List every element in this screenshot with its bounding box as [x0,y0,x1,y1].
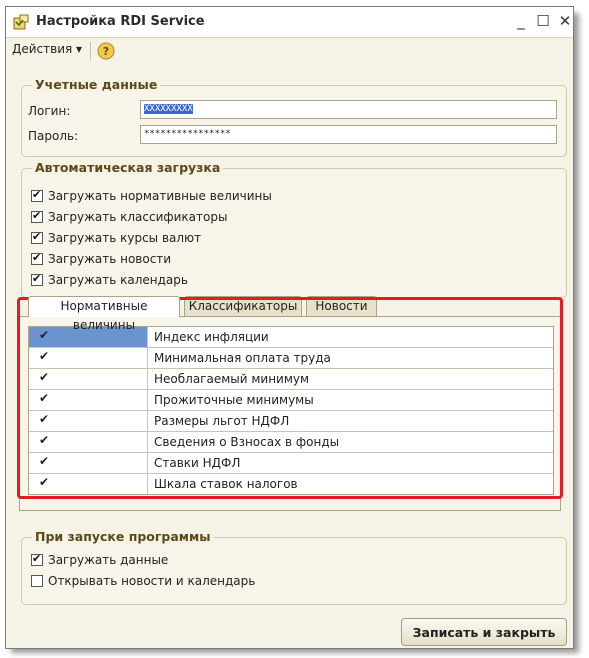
table-row[interactable]: ✔ Сведения о Взносах в фонды [29,432,553,453]
row-name-cell: Необлагаемый минимум [154,372,310,386]
tab-classifiers[interactable]: Классификаторы [184,296,302,316]
checkbox-label: Загружать нормативные величины [48,189,272,203]
checkbox-box[interactable] [31,230,43,244]
check-icon: ✔ [39,370,50,384]
app-icon [13,14,29,30]
tab-normatives[interactable]: Нормативные величины [28,296,180,332]
toolbar-separator [90,42,91,60]
autoload-news-checkbox[interactable]: Загружать новости [31,250,171,268]
login-label: Логин: [28,104,71,118]
tab-content: ✔ Индекс инфляции ✔ Минимальная оплата т… [19,316,561,511]
normatives-table: ✔ Индекс инфляции ✔ Минимальная оплата т… [28,326,554,495]
checkbox-label: Загружать новости [48,252,172,266]
tab-news[interactable]: Новости [306,296,377,316]
autoload-currency-checkbox[interactable]: Загружать курсы валют [31,229,201,247]
row-check-cell[interactable]: ✔ [29,369,148,389]
autoload-normatives-checkbox[interactable]: Загружать нормативные величины [31,187,272,205]
password-label: Пароль: [28,129,79,143]
check-icon: ✔ [39,454,50,468]
help-icon[interactable]: ? [97,42,115,60]
row-name-cell: Сведения о Взносах в фонды [154,435,340,449]
row-name-cell: Индекс инфляции [154,330,269,344]
table-row[interactable]: ✔ Шкала ставок налогов [29,474,553,494]
row-name-cell: Ставки НДФЛ [154,456,241,470]
startup-load-data-checkbox[interactable]: Загружать данные [31,551,168,569]
row-check-cell[interactable]: ✔ [29,474,148,494]
autoload-calendar-checkbox[interactable]: Загружать календарь [31,271,188,289]
row-name-cell: Прожиточные минимумы [154,393,314,407]
startup-group: При запуске программы Загружать данные О… [21,529,567,605]
row-check-cell[interactable]: ✔ [29,348,148,368]
login-input[interactable]: XXXXXXXXX [140,100,557,119]
actions-menu-button[interactable]: Действия ▾ [12,42,82,56]
check-icon: ✔ [39,433,50,447]
row-check-cell[interactable]: ✔ [29,390,148,410]
credentials-group: Учетные данные Логин: XXXXXXXXX Пароль: … [21,77,567,157]
checkbox-box[interactable] [31,209,43,223]
startup-group-title: При запуске программы [32,529,214,544]
autoload-classifiers-checkbox[interactable]: Загружать классификаторы [31,208,227,226]
autoload-group-title: Автоматическая загрузка [32,160,224,175]
checkbox-box[interactable] [31,552,43,566]
minimize-button[interactable]: _ [511,11,531,31]
row-name-cell: Шкала ставок налогов [154,477,298,491]
checkbox-box[interactable] [31,251,43,265]
check-icon: ✔ [39,328,50,342]
table-row[interactable]: ✔ Ставки НДФЛ [29,453,553,474]
toolbar: Действия ▾ ? [6,38,573,64]
help-glyph: ? [103,45,109,58]
row-name-cell: Минимальная оплата труда [154,351,331,365]
checkbox-label: Загружать данные [48,553,169,567]
checkbox-box[interactable] [31,188,43,202]
check-icon: ✔ [39,412,50,426]
startup-open-news-checkbox[interactable]: Открывать новости и календарь [31,572,255,590]
checkbox-label: Загружать календарь [48,273,188,287]
login-value: XXXXXXXXX [144,104,193,114]
row-check-cell[interactable]: ✔ [29,453,148,473]
check-icon: ✔ [39,349,50,363]
password-input[interactable]: **************** [140,125,557,144]
checkbox-box[interactable] [31,272,43,286]
check-icon: ✔ [39,391,50,405]
table-row[interactable]: ✔ Размеры льгот НДФЛ [29,411,553,432]
check-icon: ✔ [39,475,50,489]
checkbox-label: Загружать классификаторы [48,210,228,224]
window-title: Настройка RDI Service [36,14,205,29]
table-row[interactable]: ✔ Минимальная оплата труда [29,348,553,369]
row-check-cell[interactable]: ✔ [29,432,148,452]
save-and-close-button[interactable]: Записать и закрыть [401,618,567,646]
credentials-group-title: Учетные данные [32,77,161,92]
tabs-panel: Нормативные величины Классификаторы Ново… [19,296,561,511]
checkbox-box[interactable] [31,575,43,587]
maximize-button[interactable]: ☐ [533,11,553,31]
checkbox-label: Открывать новости и календарь [48,574,256,588]
table-row[interactable]: ✔ Необлагаемый минимум [29,369,553,390]
autoload-group: Автоматическая загрузка Загружать нормат… [21,160,567,298]
close-button[interactable]: ✕ [555,11,575,31]
row-check-cell[interactable]: ✔ [29,411,148,431]
table-row[interactable]: ✔ Прожиточные минимумы [29,390,553,411]
checkbox-label: Загружать курсы валют [48,231,202,245]
title-bar: Настройка RDI Service _ ☐ ✕ [6,7,573,38]
row-name-cell: Размеры льгот НДФЛ [154,414,290,428]
